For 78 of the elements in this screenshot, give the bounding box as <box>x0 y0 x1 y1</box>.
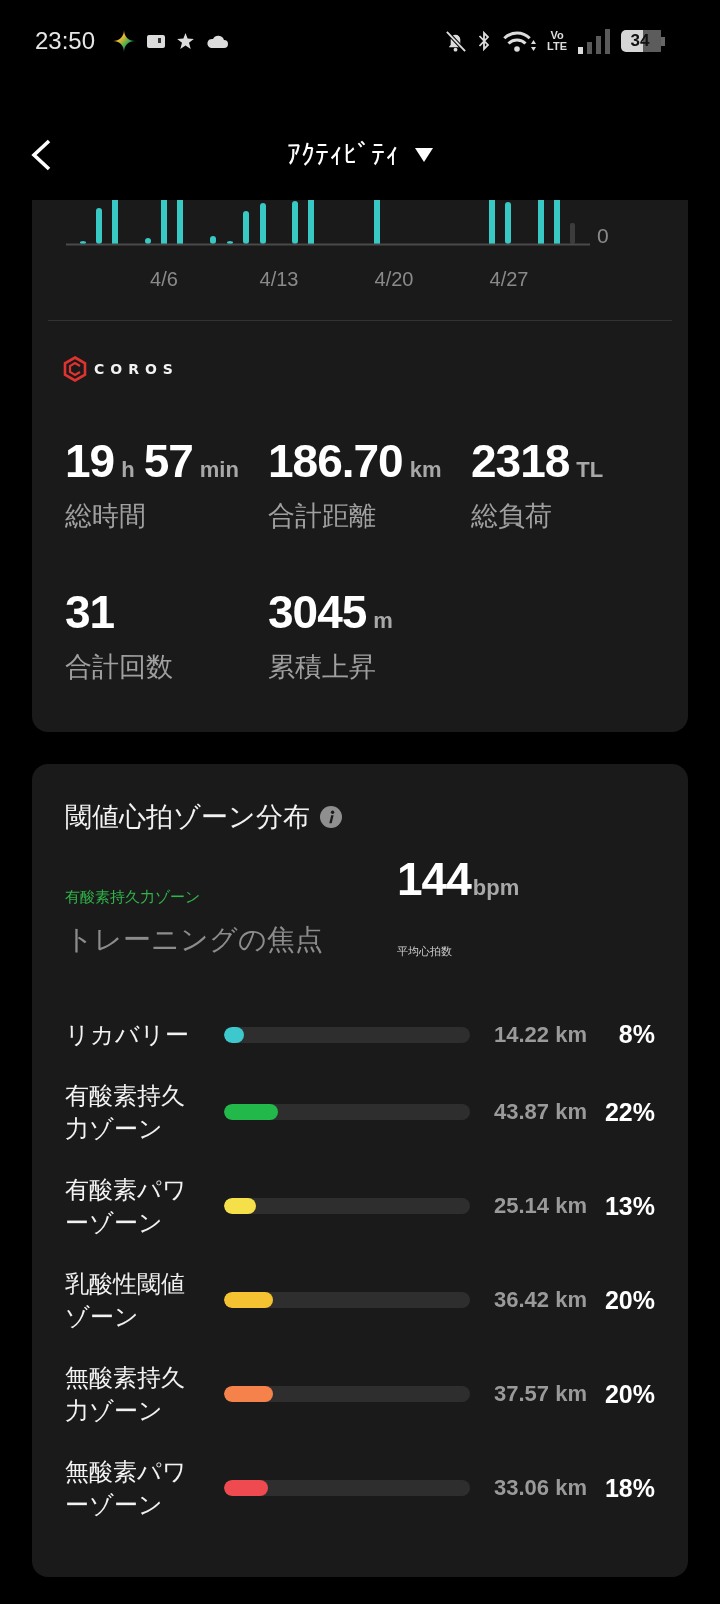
star-icon <box>177 33 195 49</box>
stat-label: 合計回数 <box>65 651 173 684</box>
info-icon[interactable] <box>320 806 342 828</box>
zone-percent: 20% <box>604 1285 655 1315</box>
stat-value: 3045 <box>268 588 367 636</box>
clock-time: 23:50 <box>35 27 96 55</box>
zone-name: 無酸素パワーゾーン <box>65 1457 188 1520</box>
date-label: 4/27 <box>489 268 529 290</box>
network-label: Vo LTE <box>547 30 567 52</box>
stat-unit: TL <box>576 457 604 483</box>
stat-unit: h <box>121 457 135 483</box>
heart-rate-value: 144 <box>397 854 471 904</box>
brand-name: COROS <box>94 361 179 377</box>
stat-value: 2318 <box>471 437 570 485</box>
zone-percent: 20% <box>604 1379 655 1409</box>
zone-distance: 14.22 km <box>494 1021 587 1048</box>
heart-rate-label: 平均心拍数 <box>397 944 452 958</box>
title-dropdown[interactable]: ｱｸﾃｨﾋﾞﾃｨ <box>287 139 433 171</box>
signal-icon <box>578 28 610 54</box>
stat-value: 19 <box>65 437 115 485</box>
stat-value: 57 <box>143 437 193 485</box>
zone-percent: 13% <box>604 1191 655 1221</box>
zone-percent: 18% <box>604 1473 655 1503</box>
chart-bar <box>292 201 298 244</box>
zone-distance: 25.14 km <box>494 1193 587 1219</box>
focus-zone: 有酸素持久力ゾーン <box>65 887 200 907</box>
wifi-icon <box>501 29 537 53</box>
chart-bar <box>177 200 183 244</box>
axis-label: 0 <box>597 224 609 247</box>
cloud-icon <box>206 34 229 48</box>
chart-bar <box>80 241 86 244</box>
card-icon <box>147 34 166 48</box>
chart-bar <box>570 223 575 244</box>
stat-value: 31 <box>65 588 115 636</box>
zone-name: 乳酸性閾値ゾーン <box>65 1269 186 1332</box>
zone-distance: 36.42 km <box>494 1287 587 1313</box>
chart-bar <box>227 241 233 244</box>
chart-bar <box>554 200 560 244</box>
date-label: 4/13 <box>259 268 299 290</box>
stat-label: 総時間 <box>65 500 146 533</box>
muted-bell-icon <box>444 29 468 53</box>
chart-bar <box>161 200 167 244</box>
section-title: 閾値心拍ゾーン分布 <box>65 801 310 834</box>
zone-name: リカバリー <box>65 1020 189 1050</box>
stat-label: 総負荷 <box>471 500 552 533</box>
chart-bar <box>538 200 544 244</box>
stat-label: 合計距離 <box>268 500 376 533</box>
stat-unit: km <box>409 457 442 483</box>
chart-bar <box>489 200 495 244</box>
date-label: 4/20 <box>374 268 414 290</box>
zone-name: 有酸素パワーゾーン <box>65 1175 188 1238</box>
stat-unit: m <box>373 608 393 634</box>
zone-distance: 37.57 km <box>494 1381 587 1407</box>
date-label: 4/6 <box>150 268 178 290</box>
heart-rate-unit: bpm <box>472 875 520 901</box>
hexagon-logo-icon <box>63 356 87 382</box>
bluetooth-icon <box>478 29 491 53</box>
stat-unit: min <box>199 457 239 483</box>
zone-distance: 33.06 km <box>494 1475 587 1501</box>
stat-value: 186.70 <box>268 437 403 485</box>
back-icon[interactable] <box>30 139 52 171</box>
chart-bar <box>96 208 102 244</box>
chart-bar <box>210 236 216 244</box>
chart-bar <box>112 200 118 244</box>
stat-label: 累積上昇 <box>268 651 376 684</box>
chart-bar <box>374 200 380 244</box>
zone-distance: 43.87 km <box>494 1099 587 1125</box>
zone-percent: 22% <box>604 1097 655 1127</box>
zone-name: 有酸素持久力ゾーン <box>65 1081 186 1144</box>
chart-bar <box>308 200 314 244</box>
chart-bar <box>505 202 511 244</box>
caret-icon <box>415 148 433 162</box>
focus-label: トレーニングの焦点 <box>65 923 323 957</box>
chart-bar <box>145 238 151 244</box>
chart-bar <box>260 203 266 244</box>
chart-bar <box>243 211 249 244</box>
zone-percent: 8% <box>618 1020 655 1049</box>
zone-name: 無酸素持久力ゾーン <box>65 1363 186 1426</box>
